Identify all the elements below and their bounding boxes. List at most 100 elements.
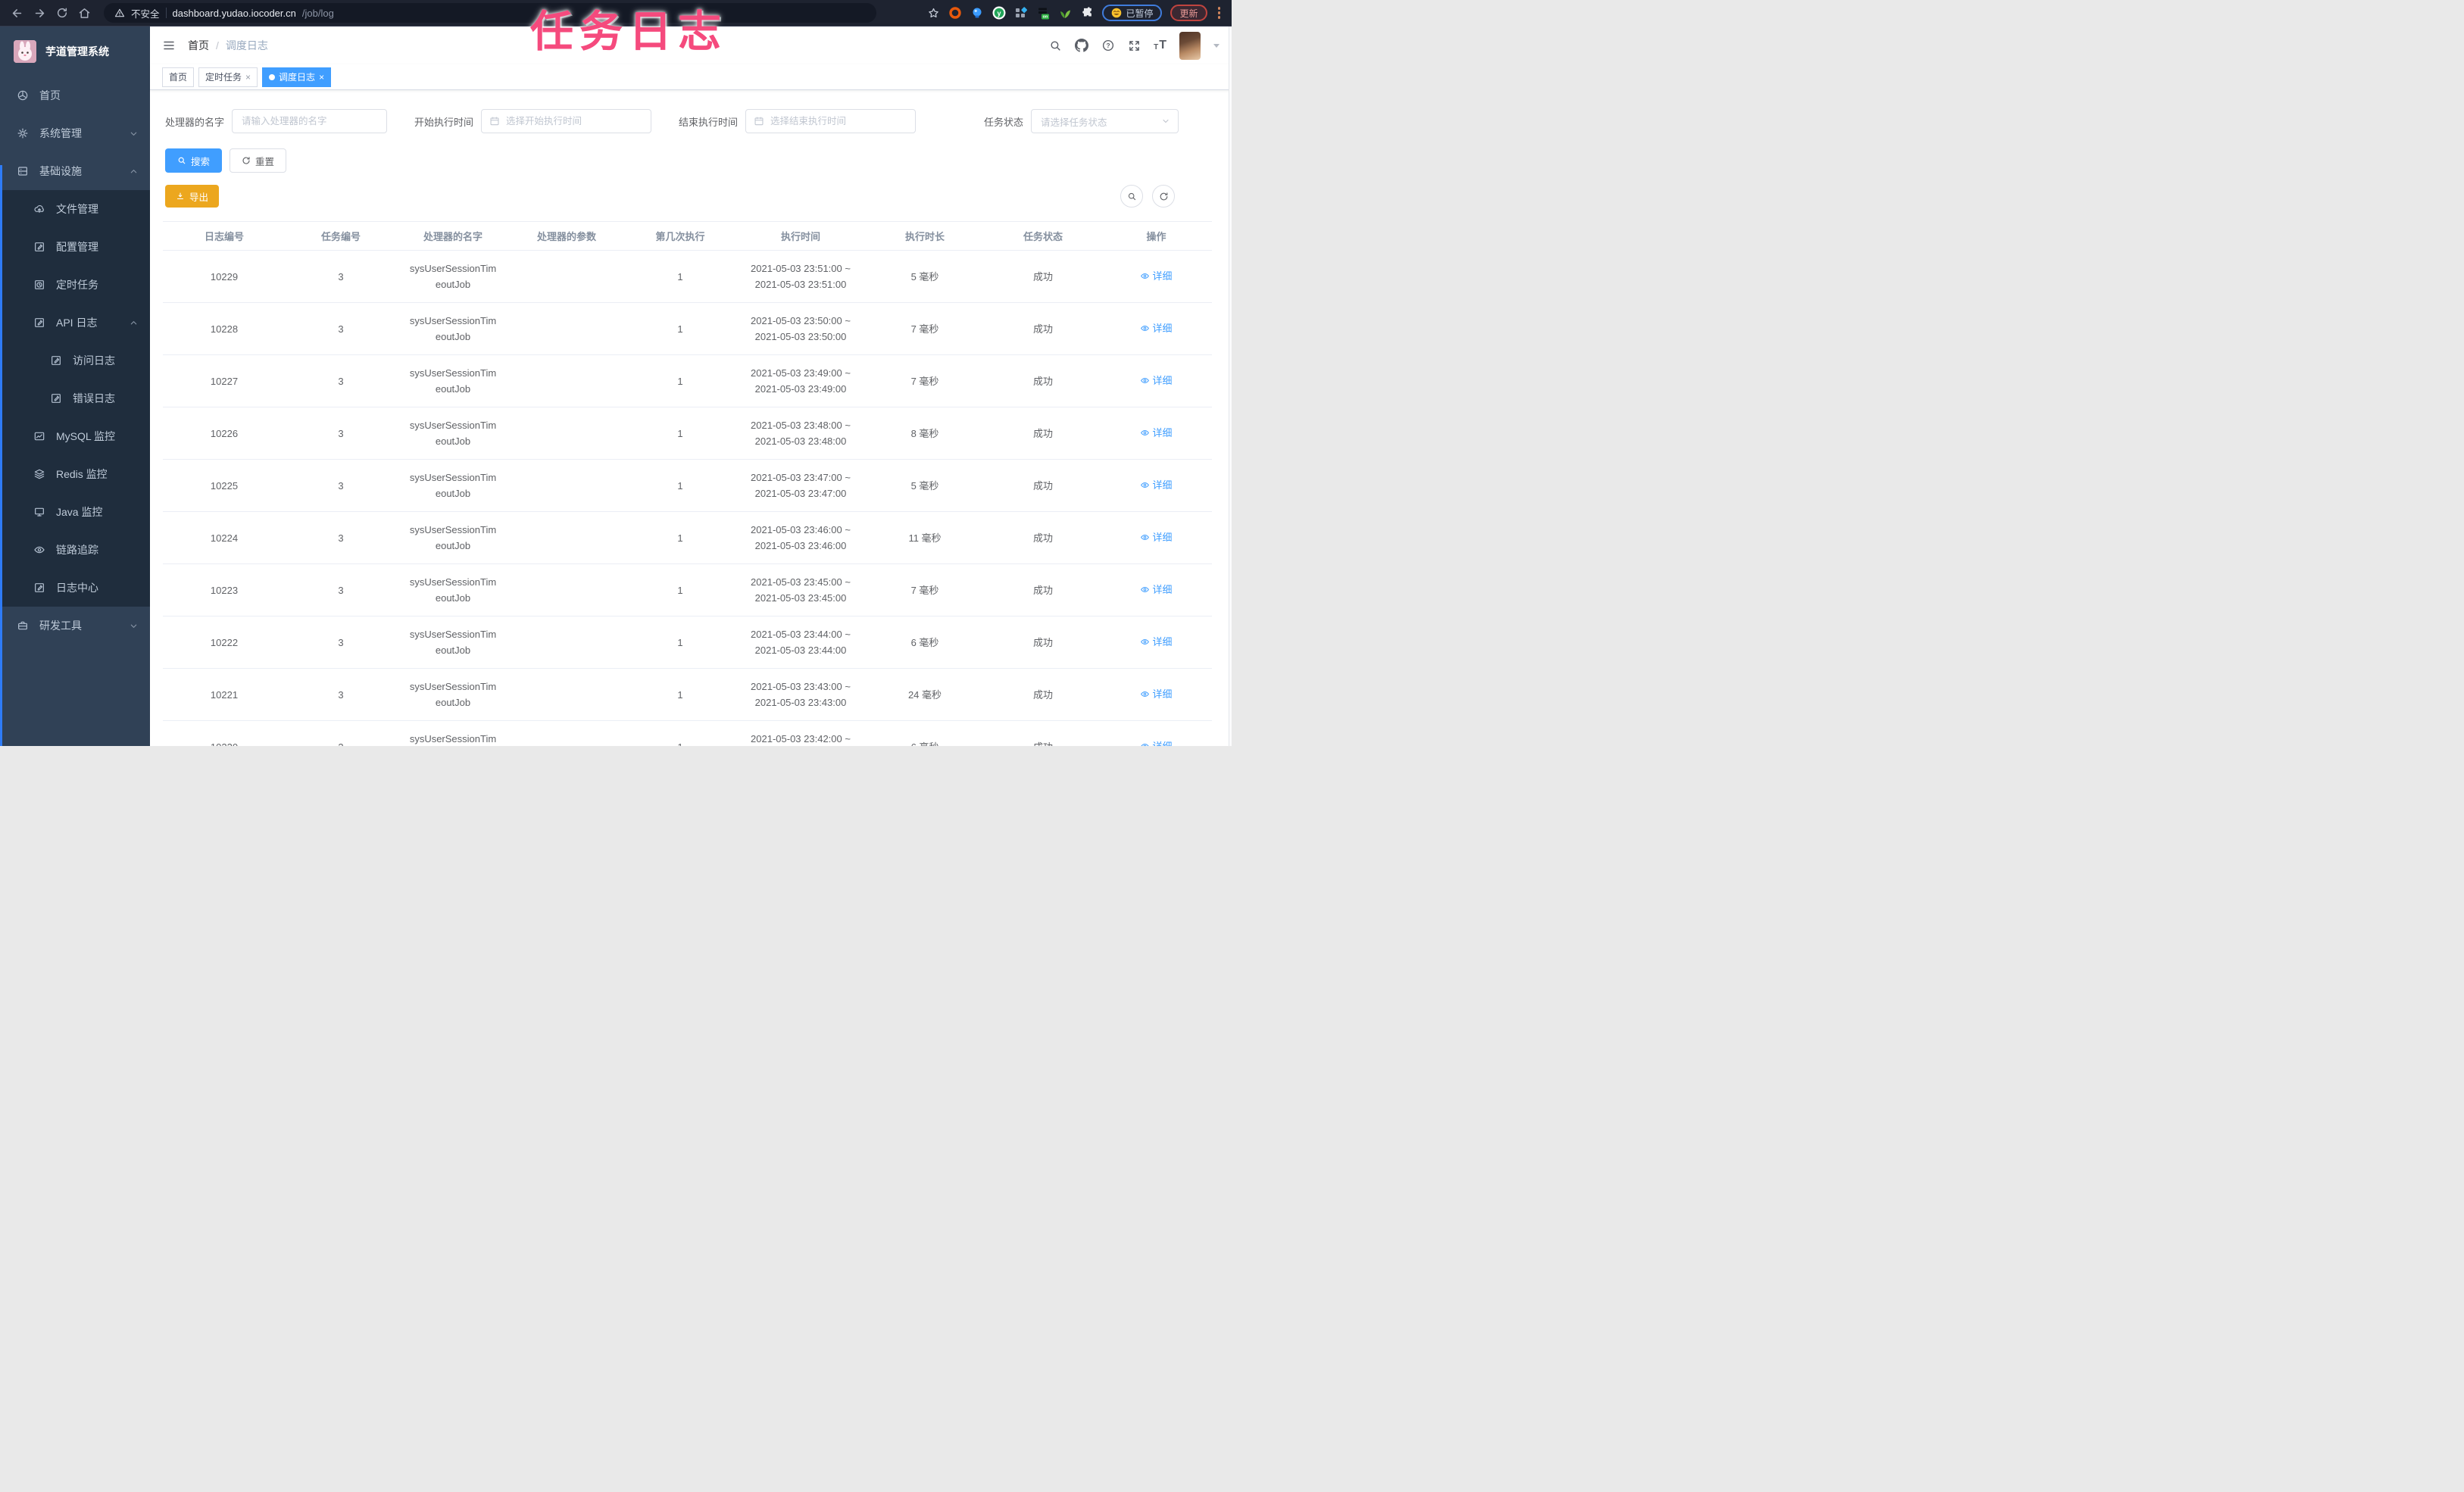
table-row: 10222 3 sysUserSessionTim eoutJob 1 2021… [163,616,1212,669]
sidebar-item-file-management[interactable]: 文件管理 [0,190,150,228]
cell-execute-time: 2021-05-03 23:48:00 ~ 2021-05-03 23:48:0… [737,407,864,460]
reload-icon[interactable] [56,7,68,19]
green-y-extension-icon[interactable]: y [992,6,1006,20]
sidebar-item-java-monitor[interactable]: Java 监控 [0,493,150,531]
layers-icon [33,468,45,480]
browser-menu-icon[interactable] [1216,7,1223,19]
font-size-icon[interactable]: TT [1154,39,1166,52]
cell-duration: 7 毫秒 [864,563,985,616]
cell-status: 成功 [985,407,1101,460]
calendar-icon [754,116,764,126]
sidebar-item-mysql-monitor[interactable]: MySQL 监控 [0,417,150,455]
toggle-search-button[interactable] [1120,185,1143,208]
close-icon[interactable]: × [319,73,324,82]
search-icon[interactable] [1049,39,1062,52]
scrollbar-track[interactable] [1229,27,1232,746]
filter-form: 处理器的名字 开始执行时间 [150,109,1232,133]
app-logo-row[interactable]: 芋道管理系统 [0,27,150,76]
detail-link[interactable]: 详细 [1140,477,1173,493]
tab-schedule-log[interactable]: 调度日志 × [262,67,332,87]
reset-button-label: 重置 [255,156,275,167]
sidebar-item-home[interactable]: 首页 [0,76,150,114]
sidebar: 芋道管理系统 首页 系统管理 基础设施 文件管理 配置管理 定时任务 API 日… [0,27,150,746]
col-handler-param: 处理器的参数 [510,221,623,251]
cell-job-id: 3 [286,407,396,460]
home-icon[interactable] [78,7,91,20]
cell-job-id: 3 [286,511,396,564]
orange-ring-extension-icon[interactable] [948,6,962,20]
sidebar-item-infra[interactable]: 基础设施 [0,152,150,190]
cell-execute-index: 1 [623,720,737,746]
monitor-icon [33,506,45,518]
cell-execute-time: 2021-05-03 23:50:00 ~ 2021-05-03 23:50:0… [737,302,864,355]
breadcrumb-current: 调度日志 [225,39,268,52]
reset-button[interactable]: 重置 [230,148,287,173]
start-time-picker[interactable] [481,109,652,133]
detail-link[interactable]: 详细 [1140,320,1173,336]
sidebar-item-dev-tools[interactable]: 研发工具 [0,607,150,645]
puzzle-extension-icon[interactable] [1080,6,1094,20]
export-button[interactable]: 导出 [165,185,220,208]
refresh-icon [1160,192,1167,200]
sidebar-item-scheduled-jobs[interactable]: 定时任务 [0,266,150,304]
cell-handler-name: sysUserSessionTim eoutJob [396,354,510,407]
cell-handler-param [510,511,623,564]
sidebar-item-trace[interactable]: 链路追踪 [0,531,150,569]
url-path[interactable]: /job/log [302,8,334,19]
collapse-sidebar-icon[interactable] [162,39,176,52]
sidebar-item-log-center[interactable]: 日志中心 [0,569,150,607]
detail-link[interactable]: 详细 [1140,425,1173,441]
forward-icon[interactable] [33,7,46,20]
detail-link[interactable]: 详细 [1140,373,1173,389]
edit-square-icon [50,354,62,367]
back-icon[interactable] [11,7,23,20]
sidebar-item-api-log[interactable]: API 日志 [0,304,150,342]
search-button[interactable]: 搜索 [165,148,223,173]
blue-bulb-extension-icon[interactable] [970,6,984,20]
end-time-input[interactable] [764,110,916,133]
detail-link[interactable]: 详细 [1140,634,1173,650]
sidebar-item-system[interactable]: 系统管理 [0,114,150,152]
paused-badge[interactable]: 已暂停 [1102,5,1163,21]
sidebar-item-label: MySQL 监控 [56,430,116,442]
avatar[interactable] [1179,31,1201,60]
end-time-picker[interactable] [745,109,917,133]
sidebar-item-error-log[interactable]: 错误日志 [0,379,150,417]
security-label[interactable]: 不安全 [131,6,160,20]
start-time-input[interactable] [500,110,651,133]
bookmark-star-icon[interactable] [927,7,940,20]
cell-actions: 详细 [1101,250,1212,303]
help-icon[interactable]: ? [1101,39,1115,52]
refresh-table-button[interactable] [1152,185,1175,208]
chevron-down-icon[interactable] [1213,43,1220,48]
leaf-extension-icon[interactable] [1058,6,1072,20]
url-host[interactable]: dashboard.yudao.iocoder.cn [173,8,296,19]
fullscreen-icon[interactable] [1128,39,1141,52]
breadcrumb-home[interactable]: 首页 [188,38,209,53]
job-status-select[interactable]: 请选择任务状态 [1031,109,1179,133]
cell-execute-time: 2021-05-03 23:49:00 ~ 2021-05-03 23:49:0… [737,354,864,407]
github-icon[interactable] [1075,39,1089,52]
handler-name-input[interactable] [233,110,387,133]
detail-link[interactable]: 详细 [1140,686,1173,702]
update-button[interactable]: 更新 [1170,5,1207,21]
tab-scheduled-jobs[interactable]: 定时任务 × [198,67,258,87]
address-bar[interactable]: 不安全 dashboard.yudao.iocoder.cn/job/log [104,3,876,23]
sidebar-item-redis-monitor[interactable]: Redis 监控 [0,455,150,493]
table-row: 10221 3 sysUserSessionTim eoutJob 1 2021… [163,668,1212,721]
cell-handler-param [510,563,623,616]
tab-home[interactable]: 首页 [162,67,195,87]
detail-link[interactable]: 详细 [1140,738,1173,746]
tab-label: 首页 [169,72,188,83]
on-badge-extension-icon[interactable]: on [1036,6,1050,20]
sidebar-item-access-log[interactable]: 访问日志 [0,342,150,379]
detail-link[interactable]: 详细 [1140,582,1173,598]
detail-link[interactable]: 详细 [1140,529,1173,545]
detail-link[interactable]: 详细 [1140,268,1173,284]
grid-extension-icon[interactable] [1014,6,1028,20]
close-icon[interactable]: × [245,73,251,82]
filter-label-start-time: 开始执行时间 [414,116,474,128]
security-warning-icon[interactable] [114,8,125,18]
sidebar-item-config-management[interactable]: 配置管理 [0,228,150,266]
table-row: 10227 3 sysUserSessionTim eoutJob 1 2021… [163,354,1212,407]
